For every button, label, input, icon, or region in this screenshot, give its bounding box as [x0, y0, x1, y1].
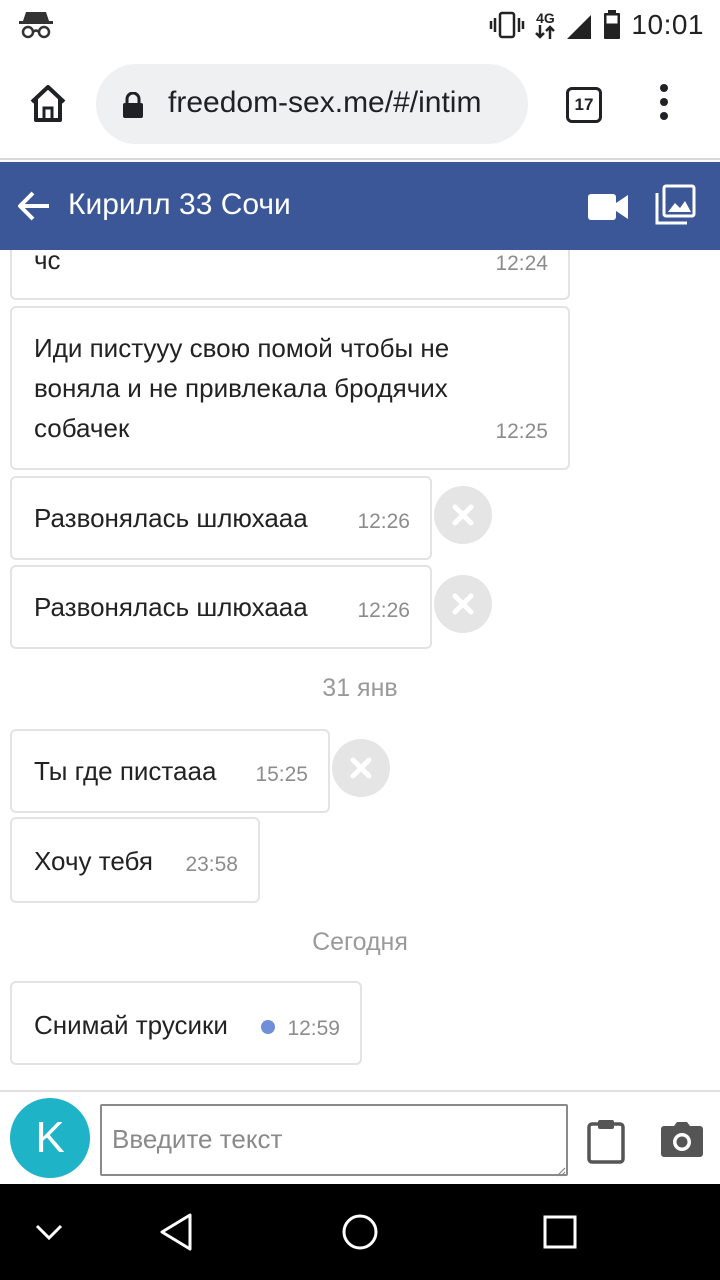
message-time: 15:25 — [255, 763, 308, 786]
message-time: 12:25 — [495, 420, 548, 443]
message-input[interactable] — [100, 1104, 568, 1176]
incognito-icon — [18, 8, 54, 40]
status-bar: 4G 10:01 — [0, 0, 720, 50]
message-bubble[interactable]: чс 12:24 — [10, 250, 570, 300]
message-text: Снимай трусики — [34, 1010, 228, 1040]
message-text: Ты где пистааа — [34, 756, 217, 786]
message-bubble[interactable]: Иди пистууу свою помой чтобы не воняла и… — [10, 306, 570, 470]
date-separator: Сегодня — [312, 928, 408, 956]
system-nav-bar — [0, 1184, 720, 1280]
chat-header: Кирилл 33 Сочи — [0, 162, 720, 250]
delete-message-button[interactable] — [434, 486, 492, 544]
home-icon[interactable] — [26, 82, 70, 126]
back-arrow-icon[interactable] — [16, 188, 52, 224]
gallery-icon[interactable] — [654, 184, 696, 226]
resize-grip-icon[interactable] — [556, 1164, 566, 1177]
avatar[interactable]: K — [10, 1098, 90, 1178]
address-bar[interactable]: freedom-sex.me/#/intim — [96, 64, 528, 144]
message-composer: K — [0, 1090, 720, 1184]
url-text: freedom-sex.me/#/intim — [168, 86, 482, 119]
unread-indicator — [261, 1020, 276, 1034]
vibrate-icon — [489, 10, 525, 40]
message-time: 12:26 — [357, 599, 410, 622]
browser-toolbar: freedom-sex.me/#/intim 17 — [0, 50, 720, 160]
collapse-icon[interactable] — [34, 1222, 64, 1242]
message-time: 23:58 — [185, 853, 238, 876]
lock-icon — [122, 91, 144, 118]
recents-square-icon[interactable] — [542, 1214, 578, 1250]
video-call-icon[interactable] — [588, 190, 628, 224]
status-time: 10:01 — [631, 9, 704, 40]
signal-icon — [565, 11, 593, 39]
close-icon — [350, 757, 372, 779]
chat-title: Кирилл 33 Сочи — [68, 188, 291, 221]
back-triangle-icon[interactable] — [158, 1212, 194, 1252]
message-bubble[interactable]: Снимай трусики 12:59 — [10, 981, 362, 1065]
message-bubble[interactable]: Хочу тебя 23:58 — [10, 817, 260, 903]
message-text: Развонялась шлюхааа — [34, 503, 308, 533]
message-text: Хочу тебя — [34, 846, 153, 876]
network-type: 4G — [535, 11, 556, 39]
close-icon — [452, 504, 474, 526]
message-list[interactable]: чс 12:24 Иди пистууу свою помой чтобы не… — [0, 250, 720, 1090]
message-time: 12:59 — [261, 1017, 340, 1041]
battery-icon — [603, 10, 621, 40]
more-vert-icon[interactable] — [652, 84, 676, 124]
tab-switcher-button[interactable]: 17 — [566, 87, 602, 123]
message-text: Развонялась шлюхааа — [34, 592, 308, 622]
message-text: чс — [34, 250, 61, 275]
message-bubble[interactable]: Ты где пистааа 15:25 — [10, 729, 330, 813]
camera-icon[interactable] — [660, 1122, 704, 1158]
date-separator: 31 янв — [322, 674, 398, 702]
message-bubble[interactable]: Развонялась шлюхааа 12:26 — [10, 565, 432, 649]
delete-message-button[interactable] — [332, 739, 390, 797]
delete-message-button[interactable] — [434, 575, 492, 633]
message-bubble[interactable]: Развонялась шлюхааа 12:26 — [10, 476, 432, 560]
message-time-text: 12:59 — [287, 1017, 340, 1040]
message-time: 12:24 — [495, 252, 548, 275]
clipboard-icon[interactable] — [586, 1118, 626, 1164]
message-time: 12:26 — [357, 510, 410, 533]
message-text: Иди пистууу свою помой чтобы не воняла и… — [34, 333, 450, 443]
home-circle-icon[interactable] — [340, 1212, 380, 1252]
close-icon — [452, 593, 474, 615]
